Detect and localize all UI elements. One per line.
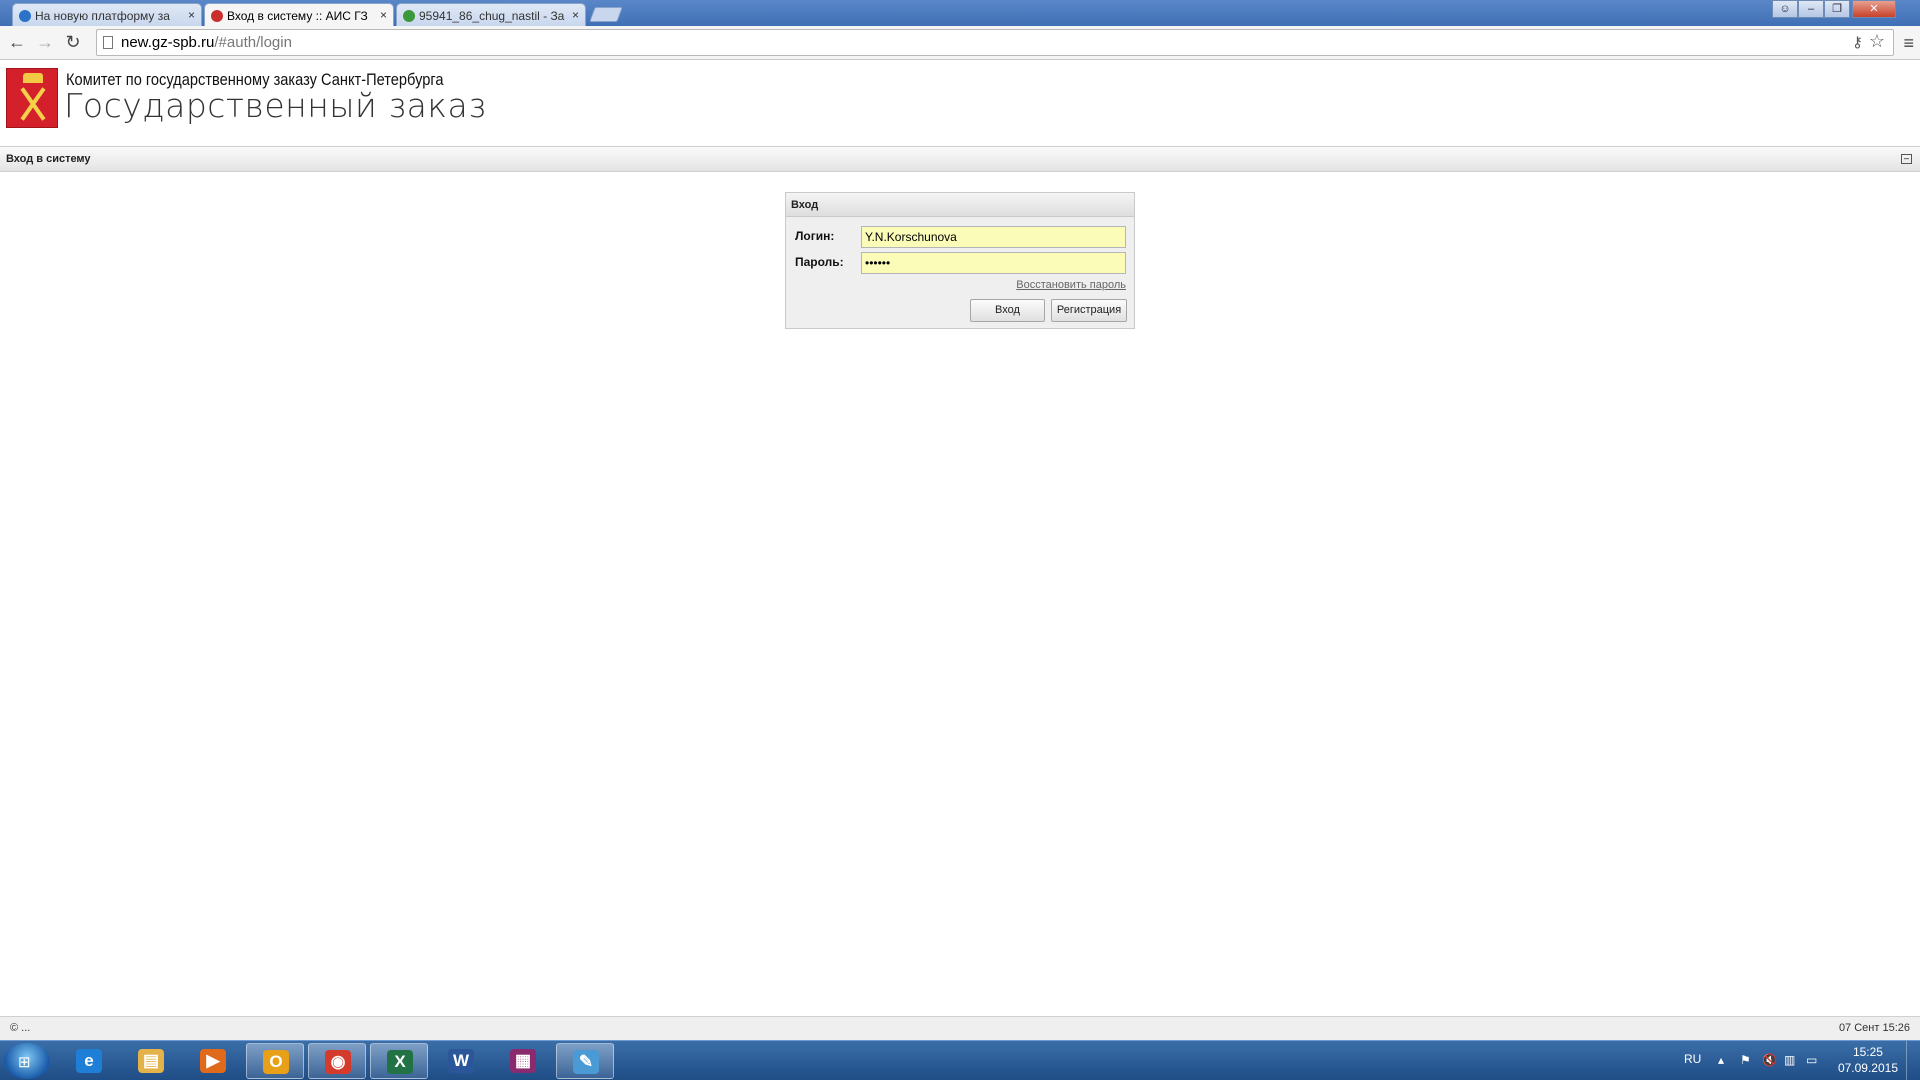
page-footer: © ... 07 Сент 15:26: [0, 1016, 1920, 1040]
login-panel-header: Вход в систему –: [0, 146, 1920, 172]
action-center-flag-icon[interactable]: ⚑: [1740, 1053, 1751, 1067]
tab-95941-chug-nastil[interactable]: 95941_86_chug_nastil - За ×: [396, 3, 586, 26]
copyright-text: © ...: [10, 1022, 31, 1034]
crown-icon: [23, 73, 43, 83]
login-button[interactable]: Вход: [970, 299, 1045, 322]
panel-title: Вход в систему: [6, 153, 91, 165]
reload-icon[interactable]: ↻: [62, 32, 84, 54]
close-window-button[interactable]: ✕: [1852, 0, 1896, 18]
login-input[interactable]: [861, 226, 1126, 248]
forward-arrow-icon[interactable]: →: [34, 32, 56, 54]
tab-close-icon[interactable]: ×: [380, 8, 387, 22]
address-bar[interactable]: new.gz-spb.ru/#auth/login ⚷ ☆: [96, 29, 1894, 56]
taskbar-internet-explorer-button[interactable]: e: [60, 1043, 118, 1079]
url-host: new.gz-spb.ru: [121, 34, 215, 51]
tools-favicon-icon: [211, 10, 223, 22]
back-arrow-icon[interactable]: ←: [6, 32, 28, 54]
tab-label: Вход в систему :: АИС ГЗ: [227, 9, 368, 23]
password-input[interactable]: [861, 252, 1126, 274]
image-favicon-icon: [403, 10, 415, 22]
browser-tab-strip: На новую платформу за × Вход в систему :…: [0, 0, 1920, 27]
file-explorer-icon: ▤: [138, 1049, 164, 1073]
show-desktop-button[interactable]: [1906, 1041, 1920, 1080]
login-form-title: Вход: [786, 193, 1134, 217]
tab-label: 95941_86_chug_nastil - За: [419, 9, 565, 23]
media-player-icon: ▶: [200, 1049, 226, 1073]
volume-muted-icon[interactable]: 🔇: [1762, 1053, 1777, 1067]
taskbar-excel-button[interactable]: X: [370, 1043, 428, 1079]
paint-icon: ✎: [573, 1050, 599, 1074]
windows-taskbar: ⊞ e ▤ ▶ O ◉ X W ▦ ✎ RU ▴ ⚑ 🔇 ▥ ▭ 15:25 07.09.201…: [0, 1040, 1920, 1080]
site-title: Государственный заказ: [64, 86, 487, 125]
power-icon[interactable]: ▭: [1806, 1053, 1817, 1067]
spb-coat-of-arms-logo: [6, 68, 58, 128]
clock-date: 07.09.2015: [1837, 1061, 1898, 1075]
system-tray: RU ▴ ⚑ 🔇 ▥ ▭ 15:25 07.09.2015: [1660, 1041, 1920, 1080]
taskbar-chrome-button[interactable]: ◉: [308, 1043, 366, 1079]
new-tab-button[interactable]: [589, 7, 623, 22]
taskbar-media-player-button[interactable]: ▶: [184, 1043, 242, 1079]
login-label: Логин:: [795, 229, 835, 243]
tab-close-icon[interactable]: ×: [188, 8, 195, 22]
tab-close-icon[interactable]: ×: [572, 8, 579, 22]
page-icon: [103, 36, 113, 49]
star-icon[interactable]: ☆: [1869, 31, 1885, 52]
minimize-button[interactable]: –: [1798, 0, 1824, 18]
password-label: Пароль:: [795, 255, 844, 269]
network-icon[interactable]: ▥: [1784, 1053, 1795, 1067]
login-form: Вход Логин: Пароль: Восстановить пароль …: [785, 192, 1135, 329]
start-button[interactable]: ⊞: [4, 1043, 50, 1079]
taskbar-word-button[interactable]: W: [432, 1043, 490, 1079]
restore-password-link[interactable]: Восстановить пароль: [1016, 279, 1126, 291]
url-text[interactable]: new.gz-spb.ru/#auth/login: [121, 34, 292, 51]
taskbar-winrar-button[interactable]: ▦: [494, 1043, 552, 1079]
tab-vhod-v-sistemu[interactable]: Вход в систему :: АИС ГЗ ×: [204, 3, 394, 27]
clock[interactable]: 15:25 07.09.2015: [1838, 1044, 1898, 1076]
tab-na-novuyu-platformu[interactable]: На новую платформу за ×: [12, 3, 202, 26]
footer-datetime: 07 Сент 15:26: [1838, 1022, 1910, 1034]
taskbar-outlook-button[interactable]: O: [246, 1043, 304, 1079]
clock-time: 15:25: [1852, 1045, 1883, 1059]
collapse-icon[interactable]: –: [1901, 154, 1912, 164]
outlook-icon: O: [263, 1050, 289, 1074]
restore-button[interactable]: ❐: [1824, 0, 1850, 18]
windows-logo-icon: ⊞: [18, 1054, 31, 1071]
excel-icon: X: [387, 1050, 413, 1074]
language-indicator[interactable]: RU: [1684, 1052, 1701, 1066]
taskbar-file-explorer-button[interactable]: ▤: [122, 1043, 180, 1079]
internet-explorer-icon: e: [76, 1049, 102, 1073]
ie-favicon-icon: [19, 10, 31, 22]
key-icon[interactable]: ⚷: [1852, 33, 1863, 51]
user-icon[interactable]: ☺: [1772, 0, 1798, 18]
taskbar-paint-button[interactable]: ✎: [556, 1043, 614, 1079]
show-hidden-icons-icon[interactable]: ▴: [1718, 1053, 1724, 1067]
browser-toolbar: ← → ↻ new.gz-spb.ru/#auth/login ⚷ ☆ ≡: [0, 26, 1920, 60]
tab-label: На новую платформу за: [35, 9, 170, 23]
hamburger-menu-icon[interactable]: ≡: [1903, 33, 1914, 54]
word-icon: W: [448, 1049, 474, 1073]
register-button[interactable]: Регистрация: [1051, 299, 1127, 322]
url-path: /#auth/login: [214, 34, 292, 51]
winrar-icon: ▦: [510, 1049, 536, 1073]
chrome-icon: ◉: [325, 1050, 351, 1074]
